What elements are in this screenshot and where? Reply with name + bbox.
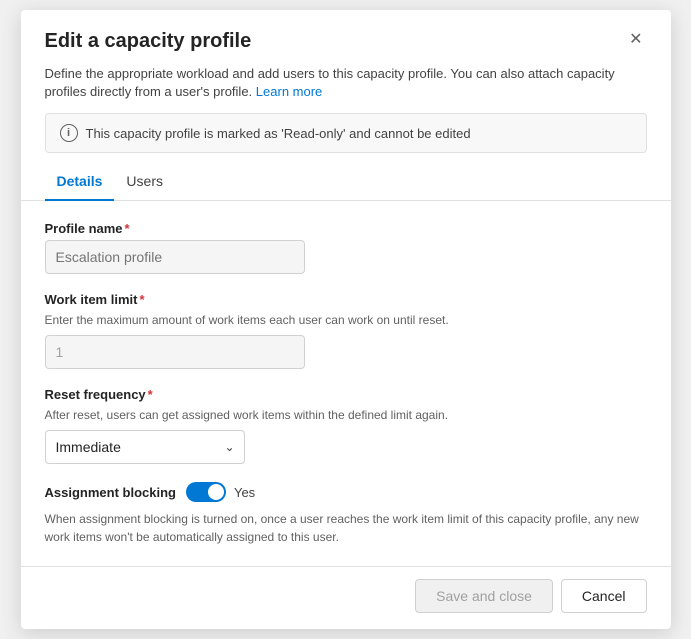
toggle-container: Yes (186, 482, 255, 502)
work-item-limit-group: Work item limit* Enter the maximum amoun… (45, 292, 647, 369)
reset-frequency-description: After reset, users can get assigned work… (45, 408, 647, 422)
dialog-title: Edit a capacity profile (45, 30, 252, 53)
close-button[interactable]: ✕ (625, 30, 646, 50)
dialog-header: Edit a capacity profile ✕ (21, 10, 671, 65)
tab-bar: Details Users (21, 165, 671, 201)
toggle-knob (208, 484, 224, 500)
assignment-blocking-group: Assignment blocking Yes When assignment … (45, 482, 647, 546)
learn-more-link[interactable]: Learn more (256, 84, 322, 99)
reset-frequency-group: Reset frequency* After reset, users can … (45, 387, 647, 464)
tab-users[interactable]: Users (114, 165, 175, 201)
reset-frequency-label: Reset frequency* (45, 387, 647, 402)
readonly-text: This capacity profile is marked as 'Read… (86, 126, 471, 141)
assignment-blocking-description: When assignment blocking is turned on, o… (45, 510, 647, 546)
subtitle-text: Define the appropriate workload and add … (45, 66, 615, 99)
dialog-body: Profile name* Work item limit* Enter the… (21, 201, 671, 566)
profile-name-input[interactable] (45, 240, 305, 274)
readonly-banner: i This capacity profile is marked as 'Re… (45, 113, 647, 153)
reset-frequency-required: * (148, 387, 153, 402)
toggle-value-label: Yes (234, 485, 255, 500)
assignment-blocking-toggle[interactable] (186, 482, 226, 502)
profile-name-label: Profile name* (45, 221, 647, 236)
work-item-limit-label: Work item limit* (45, 292, 647, 307)
info-icon: i (60, 124, 78, 142)
profile-name-required: * (125, 221, 130, 236)
edit-capacity-dialog: Edit a capacity profile ✕ Define the app… (21, 10, 671, 629)
cancel-button[interactable]: Cancel (561, 579, 647, 613)
dialog-subtitle: Define the appropriate workload and add … (21, 65, 671, 113)
dialog-footer: Save and close Cancel (21, 566, 671, 629)
reset-frequency-select[interactable]: Immediate Daily Weekly Monthly (45, 430, 245, 464)
work-item-limit-description: Enter the maximum amount of work items e… (45, 313, 647, 327)
assignment-blocking-label: Assignment blocking (45, 485, 176, 500)
tab-details[interactable]: Details (45, 165, 115, 201)
reset-frequency-select-wrapper: Immediate Daily Weekly Monthly ⌄ (45, 430, 245, 464)
work-item-limit-input[interactable] (45, 335, 305, 369)
blocking-header: Assignment blocking Yes (45, 482, 647, 502)
work-item-limit-required: * (139, 292, 144, 307)
save-and-close-button[interactable]: Save and close (415, 579, 553, 613)
profile-name-group: Profile name* (45, 221, 647, 274)
